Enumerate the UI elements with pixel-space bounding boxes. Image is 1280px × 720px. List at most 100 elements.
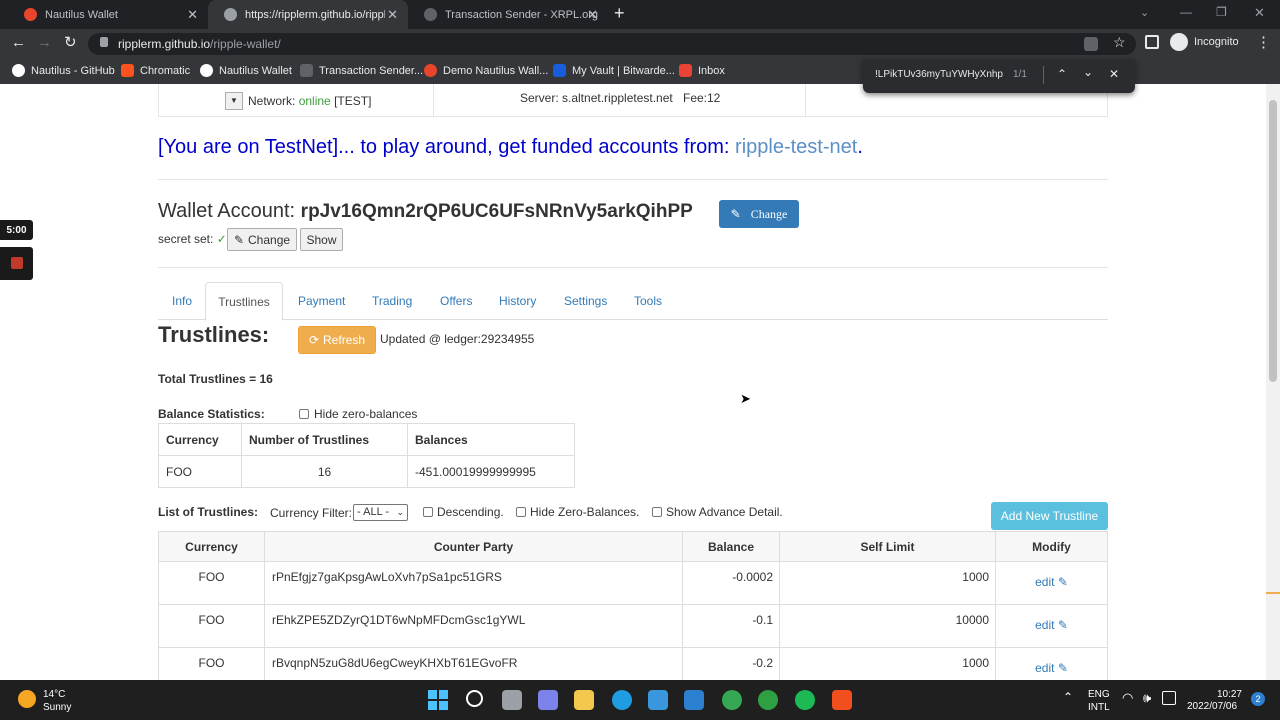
utorrent-icon[interactable] [758,690,778,710]
find-close-icon[interactable]: ✕ [1109,67,1119,81]
bookmark-item[interactable]: Demo Nautilus Wall... [424,64,548,77]
edit-label: edit [1035,661,1055,675]
balance-cell: -0.2 [682,647,780,680]
bookmark-item[interactable]: Chromatic [121,64,190,77]
show-advance-toggle[interactable]: Show Advance Detail. [652,505,783,519]
edit-link[interactable]: edit ✎ [1035,618,1068,632]
volume-icon[interactable]: 🕪 [1143,690,1151,706]
show-hidden-icons[interactable]: ⌃ [1063,690,1073,704]
descending-toggle[interactable]: Descending. [423,505,504,519]
tab-search-icon[interactable]: ⌄ [1140,6,1149,19]
hide-zero-balances-checkbox[interactable] [516,507,526,517]
bookmark-star-icon[interactable]: ☆ [1113,34,1126,51]
wallet-change-button[interactable]: ✎ Change [719,200,799,228]
tab-ripple-wallet[interactable]: https://ripplerm.github.io/ripple ✕ [208,0,408,29]
divider [158,267,1108,268]
weather-condition: Sunny [43,702,72,713]
currency-filter-select[interactable]: - ALL - ⌄ [353,504,408,521]
minimize-icon[interactable]: — [1180,5,1192,19]
edit-label: edit [1035,575,1055,589]
spotify-icon[interactable] [795,690,815,710]
tab-tools[interactable]: Tools [634,294,662,308]
modify-cell: edit ✎ [995,561,1108,605]
refresh-button[interactable]: ⟳ Refresh [298,326,376,354]
edit-link[interactable]: edit ✎ [1035,661,1068,675]
ripple-test-net-link[interactable]: ripple-test-net [735,136,857,158]
lock-icon [100,37,108,47]
bitwarden-icon [553,64,566,77]
find-input[interactable]: !LPikTUv36myTuYWHyXnhp [875,69,1005,80]
battery-icon[interactable] [1162,691,1176,705]
reload-icon[interactable]: ↻ [64,33,77,51]
tab-info[interactable]: Info [172,294,192,308]
close-tab-icon[interactable]: ✕ [187,7,198,23]
bookmark-item[interactable]: Inbox [679,64,725,77]
profile-label: Incognito [1194,36,1239,48]
new-tab-icon[interactable]: + [614,3,625,24]
mail-icon[interactable] [684,690,704,710]
stop-recording-button[interactable] [0,247,33,280]
bookmark-item[interactable]: Nautilus Wallet [200,64,292,77]
close-tab-icon[interactable]: ✕ [387,7,398,23]
xrpl-icon [300,64,313,77]
tab-nautilus-wallet[interactable]: Nautilus Wallet ✕ [8,0,208,29]
stop-icon [11,257,23,269]
secret-label: secret set: [158,232,214,246]
close-tab-icon[interactable]: ✕ [587,7,598,23]
file-explorer-icon[interactable] [574,690,594,710]
hide-zero-toggle[interactable]: Hide zero-balances [299,407,417,421]
menu-icon[interactable]: ⋮ [1256,33,1271,51]
hide-zero-balances-toggle[interactable]: Hide Zero-Balances. [516,505,639,519]
figma-icon[interactable] [832,690,852,710]
language-indicator[interactable]: ENG INTL [1088,688,1110,714]
tab-settings[interactable]: Settings [564,294,607,308]
find-next-icon[interactable]: ⌄ [1083,65,1093,79]
close-window-icon[interactable]: ✕ [1254,5,1265,21]
tab-trustlines[interactable]: Trustlines [205,282,283,321]
find-prev-icon[interactable]: ⌃ [1057,67,1067,81]
edit-link[interactable]: edit ✎ [1035,575,1068,589]
wifi-icon[interactable]: ◠ [1122,690,1133,706]
back-icon[interactable]: ← [11,34,26,51]
windows-start-icon[interactable] [428,690,448,710]
descending-checkbox[interactable] [423,507,433,517]
tab-offers[interactable]: Offers [440,294,472,308]
table-header: Self Limit [779,531,996,562]
notification-badge[interactable]: 2 [1251,692,1265,706]
add-trustline-button[interactable]: Add New Trustline [991,502,1108,530]
network-dropdown-button[interactable]: ▼ [225,92,243,110]
bookmark-item[interactable]: My Vault | Bitwarde... [553,64,675,77]
secret-change-button[interactable]: ✎ Change [227,228,297,251]
tab-payment[interactable]: Payment [298,294,345,308]
scroll-marker [1266,592,1280,594]
tab-history[interactable]: History [499,294,536,308]
tab-transaction-sender[interactable]: Transaction Sender - XRPL.org ✕ [408,0,608,29]
find-indicator-icon[interactable] [1084,37,1098,51]
show-advance-checkbox[interactable] [652,507,662,517]
maximize-icon[interactable]: ❐ [1216,5,1227,19]
scrollbar-thumb[interactable] [1269,100,1277,382]
edit-icon: ✎ [1057,661,1068,675]
pencil-icon: ✎ [730,206,741,221]
clock[interactable]: 10:27 [1212,688,1242,701]
tab-trading[interactable]: Trading [372,294,412,308]
edge-icon[interactable] [612,690,632,710]
show-secret-button[interactable]: Show [300,228,343,251]
weather-widget[interactable]: 14°C Sunny [43,688,71,714]
secret-status: secret set: ✓ [158,232,227,246]
bookmark-item[interactable]: Nautilus - GitHub [12,64,115,77]
hide-zero-checkbox[interactable] [299,409,309,419]
filter-value: - ALL - [357,506,389,518]
bookmark-item[interactable]: Transaction Sender... [300,64,423,77]
side-panel-icon[interactable] [1145,35,1159,49]
task-view-icon[interactable] [502,690,522,710]
forward-icon[interactable]: → [37,34,52,51]
chrome-icon[interactable] [722,690,742,710]
store-icon[interactable] [648,690,668,710]
chat-icon[interactable] [538,690,558,710]
trustlines-table: Currency Counter Party Balance Self Limi… [158,531,1108,680]
address-bar[interactable]: ripplerm.github.io/ripple-wallet/ ☆ [88,33,1136,55]
search-icon[interactable] [466,690,483,707]
incognito-badge[interactable]: Incognito [1170,33,1239,51]
page-scrollbar[interactable] [1266,84,1280,680]
